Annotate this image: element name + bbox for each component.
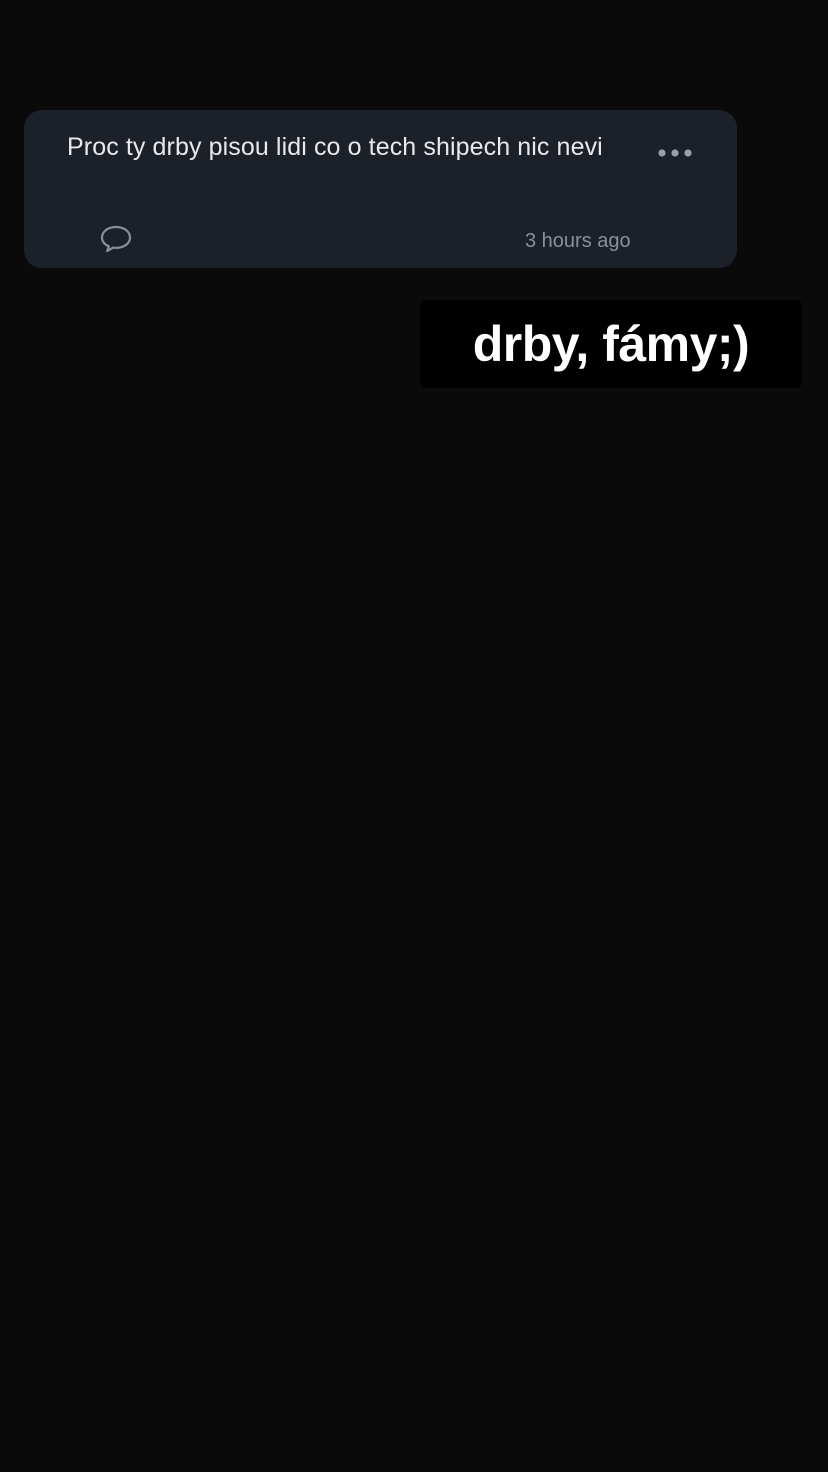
ellipsis-icon [655, 146, 695, 164]
story-screen: Proc ty drby pisou lidi co o tech shipec… [0, 0, 828, 1472]
reply-button[interactable] [96, 224, 136, 258]
more-options-button[interactable] [650, 138, 700, 172]
speech-bubble-icon [99, 224, 133, 259]
timestamp: 3 hours ago [525, 230, 631, 252]
question-card[interactable]: Proc ty drby pisou lidi co o tech shipec… [24, 110, 737, 268]
story-text-sticker[interactable]: drby, fámy;) [420, 300, 802, 388]
sticker-text: drby, fámy;) [472, 316, 750, 372]
question-text: Proc ty drby pisou lidi co o tech shipec… [67, 133, 603, 161]
